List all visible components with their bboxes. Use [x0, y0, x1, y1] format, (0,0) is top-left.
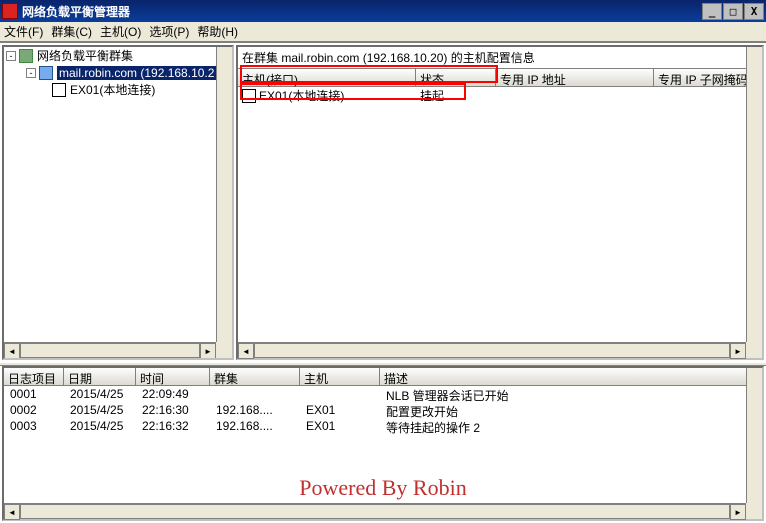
- tree-h-scrollbar[interactable]: ◄ ►: [4, 342, 216, 358]
- scroll-corner: [216, 342, 232, 358]
- host-icon: [52, 83, 66, 97]
- log-cluster: 192.168....: [212, 402, 302, 418]
- log-host: EX01: [302, 418, 382, 434]
- cell-ip: [496, 87, 654, 104]
- log-item: 0003: [6, 418, 66, 434]
- log-desc: 等待挂起的操作 2: [382, 418, 762, 434]
- menubar: 文件(F) 群集(C) 主机(O) 选项(P) 帮助(H): [0, 22, 766, 42]
- scroll-thumb[interactable]: [217, 47, 232, 342]
- log-time: 22:09:49: [138, 386, 212, 402]
- app-icon: [2, 3, 18, 19]
- log-time: 22:16:30: [138, 402, 212, 418]
- log-date: 2015/4/25: [66, 418, 138, 434]
- log-col-item[interactable]: 日志项目: [4, 368, 64, 386]
- scroll-thumb[interactable]: [20, 504, 730, 519]
- window-title: 网络负载平衡管理器: [22, 3, 702, 20]
- expander-icon[interactable]: -: [26, 68, 36, 78]
- host-icon: [242, 89, 256, 103]
- log-header: 日志项目 日期 时间 群集 主机 描述: [4, 368, 762, 386]
- log-time: 22:16:32: [138, 418, 212, 434]
- tree-host-label: EX01(本地连接): [70, 81, 155, 98]
- tree-panel: - 网络负载平衡群集 - mail.robin.com (192.168.10.…: [2, 45, 234, 360]
- host-table-header: 主机(接口) 状态 专用 IP 地址 专用 IP 子网掩码: [238, 69, 762, 87]
- scroll-right-icon[interactable]: ►: [730, 343, 746, 359]
- log-row[interactable]: 0001 2015/4/25 22:09:49 NLB 管理器会话已开始: [4, 386, 762, 402]
- clusters-icon: [19, 49, 33, 63]
- log-desc: NLB 管理器会话已开始: [382, 386, 762, 402]
- menu-host[interactable]: 主机(O): [100, 23, 141, 40]
- log-v-scrollbar[interactable]: [746, 368, 762, 503]
- log-host: [302, 386, 382, 402]
- col-status[interactable]: 状态: [416, 69, 496, 87]
- tree-cluster-row[interactable]: - mail.robin.com (192.168.10.2: [4, 64, 232, 81]
- scroll-left-icon[interactable]: ◄: [238, 343, 254, 359]
- menu-help[interactable]: 帮助(H): [197, 23, 238, 40]
- scroll-right-icon[interactable]: ►: [730, 504, 746, 520]
- cell-host: EX01(本地连接): [238, 87, 416, 104]
- log-col-cluster[interactable]: 群集: [210, 368, 300, 386]
- close-button[interactable]: X: [744, 3, 764, 20]
- expander-icon[interactable]: -: [6, 51, 16, 61]
- log-host: EX01: [302, 402, 382, 418]
- menu-cluster[interactable]: 群集(C): [51, 23, 92, 40]
- log-cluster: 192.168....: [212, 418, 302, 434]
- tree-root-row[interactable]: - 网络负载平衡群集: [4, 47, 232, 64]
- watermark-text: Powered By Robin: [4, 475, 762, 501]
- tree-host-row[interactable]: EX01(本地连接): [4, 81, 232, 98]
- titlebar: 网络负载平衡管理器 _ □ X: [0, 0, 766, 22]
- col-ip[interactable]: 专用 IP 地址: [496, 69, 654, 87]
- log-cluster: [212, 386, 302, 402]
- scroll-thumb[interactable]: [747, 368, 762, 503]
- log-row[interactable]: 0002 2015/4/25 22:16:30 192.168.... EX01…: [4, 402, 762, 418]
- log-panel: 日志项目 日期 时间 群集 主机 描述 0001 2015/4/25 22:09…: [2, 366, 764, 521]
- cell-status: 挂起: [416, 87, 496, 104]
- scroll-left-icon[interactable]: ◄: [4, 343, 20, 359]
- tree-root-label: 网络负载平衡群集: [37, 47, 133, 64]
- scroll-left-icon[interactable]: ◄: [4, 504, 20, 520]
- log-col-date[interactable]: 日期: [64, 368, 136, 386]
- menu-file[interactable]: 文件(F): [4, 23, 43, 40]
- log-date: 2015/4/25: [66, 386, 138, 402]
- maximize-button[interactable]: □: [723, 3, 743, 20]
- menu-options[interactable]: 选项(P): [149, 23, 189, 40]
- log-row[interactable]: 0003 2015/4/25 22:16:32 192.168.... EX01…: [4, 418, 762, 434]
- log-date: 2015/4/25: [66, 402, 138, 418]
- scroll-thumb[interactable]: [254, 343, 730, 358]
- scroll-thumb[interactable]: [20, 343, 200, 358]
- log-col-time[interactable]: 时间: [136, 368, 210, 386]
- col-host[interactable]: 主机(接口): [238, 69, 416, 87]
- table-row[interactable]: EX01(本地连接) 挂起: [238, 87, 762, 104]
- right-h-scrollbar[interactable]: ◄ ►: [238, 342, 746, 358]
- scroll-corner: [746, 503, 762, 519]
- scroll-right-icon[interactable]: ►: [200, 343, 216, 359]
- tree-cluster-label: mail.robin.com (192.168.10.2: [57, 66, 216, 80]
- log-item: 0001: [6, 386, 66, 402]
- cell-host-text: EX01(本地连接): [259, 87, 344, 104]
- scroll-corner: [746, 342, 762, 358]
- right-panel-title: 在群集 mail.robin.com (192.168.10.20) 的主机配置…: [238, 47, 762, 69]
- cluster-icon: [39, 66, 53, 80]
- right-panel: 在群集 mail.robin.com (192.168.10.20) 的主机配置…: [236, 45, 764, 360]
- tree-v-scrollbar[interactable]: [216, 47, 232, 342]
- scroll-thumb[interactable]: [747, 47, 762, 342]
- log-col-host[interactable]: 主机: [300, 368, 380, 386]
- log-desc: 配置更改开始: [382, 402, 762, 418]
- log-h-scrollbar[interactable]: ◄ ►: [4, 503, 746, 519]
- log-col-desc[interactable]: 描述: [380, 368, 762, 386]
- log-item: 0002: [6, 402, 66, 418]
- main-area: - 网络负载平衡群集 - mail.robin.com (192.168.10.…: [0, 42, 766, 362]
- right-v-scrollbar[interactable]: [746, 47, 762, 342]
- minimize-button[interactable]: _: [702, 3, 722, 20]
